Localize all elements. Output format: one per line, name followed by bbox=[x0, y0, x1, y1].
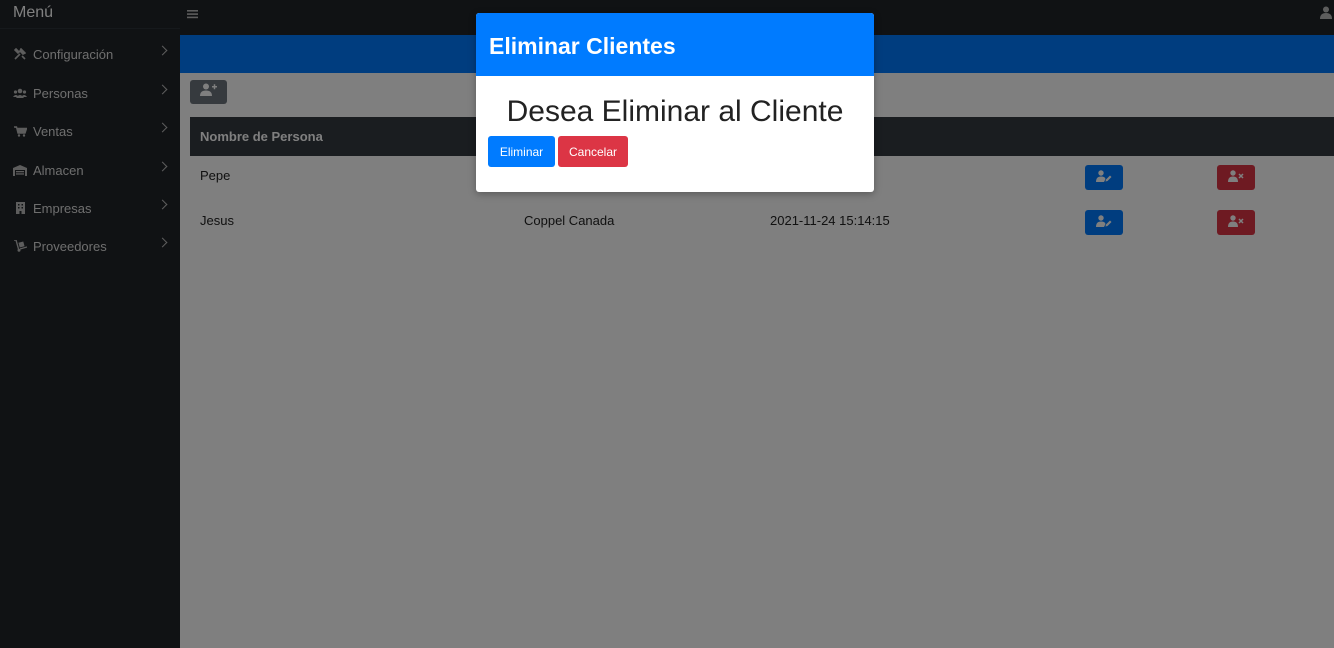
modal-message: Desea Eliminar al Cliente bbox=[506, 95, 844, 128]
modal-actions: Eliminar Cancelar bbox=[488, 136, 628, 167]
modal-title: Eliminar Clientes bbox=[476, 13, 874, 76]
delete-client-modal: Eliminar Clientes Desea Eliminar al Clie… bbox=[476, 13, 874, 192]
confirm-delete-button[interactable]: Eliminar bbox=[488, 136, 555, 167]
cancel-button[interactable]: Cancelar bbox=[558, 136, 628, 167]
